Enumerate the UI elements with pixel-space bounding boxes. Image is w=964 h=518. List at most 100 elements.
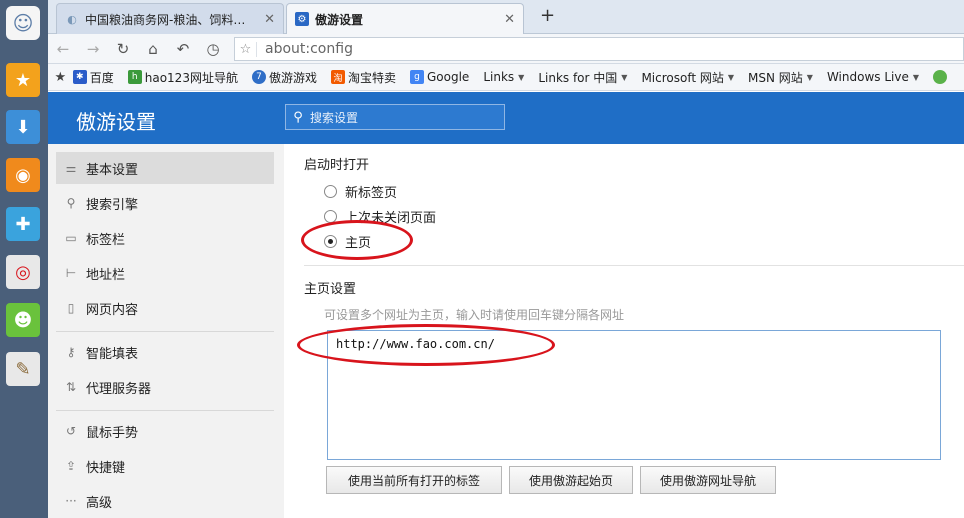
bookmark-folder-links[interactable]: Links ▼: [483, 70, 524, 84]
bookmark-baidu[interactable]: ✱ 百度: [72, 69, 114, 86]
homepage-section-title: 主页设置: [304, 282, 357, 297]
gear-icon: ⚙: [295, 12, 309, 26]
tab-title: 中国粮油商务网-粮油、饲料…: [85, 12, 246, 27]
startup-option-last-session[interactable]: 上次未关闭页面: [324, 207, 436, 226]
search-input[interactable]: ⚲ 搜索设置: [285, 104, 505, 130]
smiley-face-icon[interactable]: ☺: [6, 6, 40, 40]
close-icon[interactable]: ✕: [504, 12, 515, 27]
bookmark-folder-links-china[interactable]: Links for 中国 ▼: [538, 69, 627, 86]
weibo-icon[interactable]: ◎: [6, 255, 40, 289]
nav-item-autofill[interactable]: ⚷ 智能填表: [56, 336, 274, 368]
bookmark-star-icon[interactable]: ☆: [235, 41, 257, 57]
tab-maxthon-settings[interactable]: ⚙ 傲游设置 ✕: [286, 3, 524, 34]
gamepad-icon[interactable]: ✚: [6, 207, 40, 241]
bookmark-label: 淘宝特卖: [347, 70, 396, 85]
mouse-gesture-icon: ↺: [65, 424, 77, 438]
bookmark-google[interactable]: g Google: [410, 70, 469, 84]
history-clock-icon[interactable]: ◷: [198, 40, 228, 58]
use-open-tabs-button[interactable]: 使用当前所有打开的标签: [326, 466, 502, 494]
radio-button[interactable]: [324, 210, 337, 223]
bookmark-hao123[interactable]: h hao123网址导航: [127, 69, 238, 86]
nav-divider: [56, 410, 274, 411]
tab-title: 傲游设置: [315, 12, 364, 27]
hao123-icon: h: [127, 70, 142, 84]
rss-icon[interactable]: ◉: [6, 158, 40, 192]
settings-header: 傲游设置 ⚲ 搜索设置: [48, 92, 964, 144]
undo-icon[interactable]: ↶: [168, 40, 198, 58]
bookmark-label: Windows Live: [826, 70, 909, 84]
new-tab-button[interactable]: +: [540, 5, 555, 26]
navigation-bar: ← → ↻ ⌂ ↶ ◷ ☆ about:config: [48, 34, 964, 64]
nav-item-mouse-gesture[interactable]: ↺ 鼠标手势: [56, 415, 274, 447]
chevron-down-icon: ▼: [806, 72, 813, 82]
bookmark-taobao[interactable]: 淘淘宝特卖: [330, 69, 396, 86]
bookmark-overflow[interactable]: [933, 70, 950, 84]
nav-item-advanced[interactable]: ··· 高级: [56, 485, 274, 517]
addressbar-icon: ⊢: [65, 266, 77, 280]
nav-item-search-engine[interactable]: ⚲ 搜索引擎: [56, 187, 274, 219]
radio-label: 主页: [345, 236, 372, 251]
sliders-icon: ⚌: [65, 161, 77, 175]
nav-item-proxy[interactable]: ⇅ 代理服务器: [56, 371, 274, 403]
chevron-down-icon: ▼: [727, 72, 735, 82]
settings-content: 启动时打开 新标签页 上次未关闭页面 主页 主页设置 可设置多个网址为主页，输入…: [284, 144, 964, 518]
radio-label: 上次未关闭页面: [345, 211, 437, 226]
radio-button-selected[interactable]: [324, 235, 337, 248]
nav-item-basic[interactable]: ⚌ 基本设置: [56, 152, 274, 184]
bookmark-folder-windows-live[interactable]: Windows Live ▼: [827, 70, 919, 84]
leaf-icon: [933, 70, 947, 84]
key-icon: ⚷: [66, 345, 76, 359]
nav-item-shortcuts[interactable]: ⇪ 快捷键: [56, 450, 274, 482]
maxthon-logo-icon: 7: [251, 70, 266, 84]
nav-label: 智能填表: [86, 346, 139, 362]
tab-strip: ◐ 中国粮油商务网-粮油、饲料… ✕ ⚙ 傲游设置 ✕ +: [48, 0, 964, 34]
download-icon[interactable]: ⬇: [6, 110, 40, 144]
bookmark-label: Microsoft 网站: [641, 70, 724, 85]
homepage-url-field[interactable]: http://www.fao.com.cn/: [327, 330, 941, 460]
use-maxthon-nav-button[interactable]: 使用傲游网址导航: [640, 466, 776, 494]
nav-item-address-bar[interactable]: ⊢ 地址栏: [56, 257, 274, 289]
refresh-icon[interactable]: ↻: [108, 40, 138, 58]
address-url[interactable]: about:config: [265, 41, 353, 57]
favorites-star-icon[interactable]: ★: [6, 63, 40, 97]
startup-option-new-tab[interactable]: 新标签页: [324, 182, 397, 201]
use-maxthon-start-page-button[interactable]: 使用傲游起始页: [509, 466, 633, 494]
chevron-down-icon: ▼: [912, 72, 919, 82]
bookmark-folder-microsoft[interactable]: Microsoft 网站 ▼: [641, 69, 734, 86]
back-arrow-icon[interactable]: ←: [48, 40, 78, 58]
bookmark-label: Google: [427, 70, 470, 84]
nav-divider: [56, 331, 274, 332]
bookmark-label: Links: [483, 70, 515, 84]
settings-nav: ⚌ 基本设置 ⚲ 搜索引擎 ▭ 标签栏 ⊢ 地址栏 ▯ 网页内容 ⚷ 智能填表 ⇅ 代理服务器…: [48, 144, 284, 518]
favorites-star-icon[interactable]: ★: [48, 70, 73, 85]
search-icon: ⚲: [293, 109, 303, 125]
bookmark-label: MSN 网站: [748, 70, 803, 85]
search-placeholder: 搜索设置: [310, 110, 359, 125]
address-bar[interactable]: ☆ about:config: [234, 37, 964, 61]
emoji-icon[interactable]: ☻: [6, 303, 40, 337]
search-icon: ⚲: [66, 196, 76, 210]
home-icon[interactable]: ⌂: [138, 40, 168, 58]
chevron-down-icon: ▼: [518, 72, 525, 82]
nav-item-page-content[interactable]: ▯ 网页内容: [56, 292, 274, 324]
notepad-icon[interactable]: ✎: [6, 352, 40, 386]
nav-label: 网页内容: [86, 302, 139, 318]
nav-label: 鼠标手势: [86, 425, 139, 441]
nav-label: 地址栏: [86, 267, 126, 283]
bookmark-label: hao123网址导航: [144, 70, 238, 85]
startup-option-homepage[interactable]: 主页: [324, 232, 371, 251]
nav-item-tab-bar[interactable]: ▭ 标签栏: [56, 222, 274, 254]
bookmark-label: Links for 中国: [538, 70, 618, 85]
globe-icon: ◐: [67, 12, 77, 26]
bookmark-label: 百度: [89, 70, 114, 85]
forward-arrow-icon[interactable]: →: [78, 40, 108, 58]
bookmark-maxthon-games[interactable]: 7 傲游游戏: [251, 69, 317, 86]
close-icon[interactable]: ✕: [264, 12, 275, 27]
tab-grain-oil-site[interactable]: ◐ 中国粮油商务网-粮油、饲料… ✕: [56, 3, 284, 34]
radio-button[interactable]: [324, 185, 337, 198]
bookmarks-bar: ★ ✱ 百度 h hao123网址导航 7 傲游游戏 淘淘宝特卖 g Google Li…: [48, 64, 964, 91]
nav-label: 搜索引擎: [86, 197, 139, 213]
taobao-icon: 淘: [330, 70, 345, 84]
startup-section-title: 启动时打开: [304, 158, 370, 173]
bookmark-folder-msn[interactable]: MSN 网站 ▼: [748, 69, 813, 86]
